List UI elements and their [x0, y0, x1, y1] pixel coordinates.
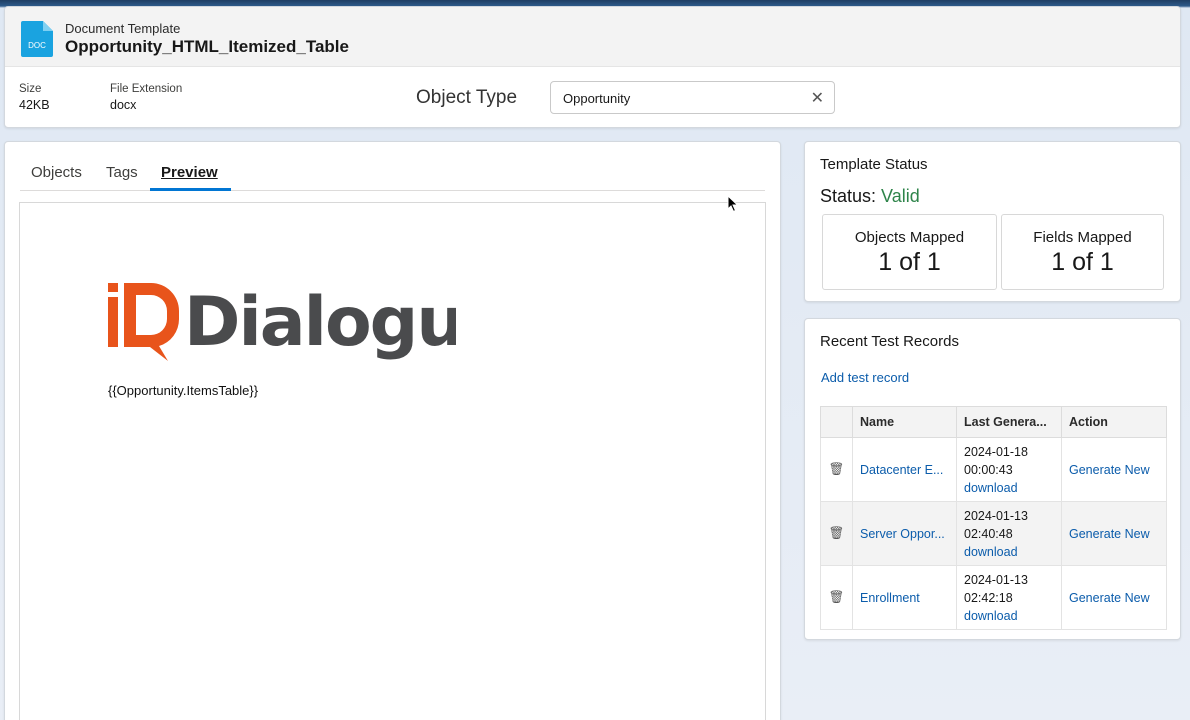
- svg-text:DOC: DOC: [28, 41, 46, 50]
- objects-mapped-box: Objects Mapped 1 of 1: [822, 214, 997, 290]
- template-status-card: Template Status Status: Valid Objects Ma…: [804, 141, 1181, 302]
- header-title-bar: DOC Document Template Opportunity_HTML_I…: [5, 7, 1180, 67]
- objects-mapped-label: Objects Mapped: [854, 229, 965, 246]
- size-label: Size: [19, 83, 42, 95]
- template-status-title: Template Status: [820, 156, 928, 173]
- fields-mapped-value: 1 of 1: [1051, 248, 1114, 276]
- record-name-link[interactable]: Datacenter E...: [860, 463, 943, 477]
- tab-tags[interactable]: Tags: [106, 164, 138, 181]
- object-type-field[interactable]: Opportunity ✕: [550, 81, 835, 114]
- status-prefix: Status:: [820, 186, 877, 206]
- object-type-label: Object Type: [416, 87, 518, 108]
- column-header-last-generated[interactable]: Last Genera...: [956, 406, 1062, 438]
- last-generated-cell: 2024-01-13 02:40:48 download: [956, 501, 1062, 566]
- extension-label: File Extension: [110, 83, 183, 95]
- table-header-blank: [820, 406, 853, 438]
- download-link[interactable]: download: [964, 607, 1054, 625]
- table-row: 🗑 Datacenter E... 2024-01-18 00:00:43 do…: [820, 437, 1167, 502]
- generated-date: 2024-01-18: [964, 444, 1028, 459]
- column-header-name[interactable]: Name: [852, 406, 957, 438]
- generated-time: 02:42:18: [964, 590, 1013, 605]
- test-records-table: Name Last Genera... Action 🗑 Datacenter …: [820, 406, 1167, 630]
- doc-file-icon: DOC: [21, 21, 53, 57]
- trash-icon: 🗑: [828, 462, 845, 476]
- active-tab-indicator: [150, 188, 231, 191]
- merge-field-tag: {{Opportunity.ItemsTable}}: [108, 383, 259, 398]
- table-row: 🗑 Server Oppor... 2024-01-13 02:40:48 do…: [820, 501, 1167, 566]
- download-link[interactable]: download: [964, 479, 1054, 497]
- size-value: 42KB: [19, 98, 50, 112]
- download-link[interactable]: download: [964, 543, 1054, 561]
- size-meta: Size 42KB: [19, 83, 50, 112]
- last-generated-cell: 2024-01-18 00:00:43 download: [956, 437, 1062, 502]
- trash-icon: 🗑: [828, 526, 845, 540]
- generate-new-link[interactable]: Generate New: [1069, 527, 1150, 541]
- object-type-value: Opportunity: [563, 91, 631, 106]
- tab-bar: Objects Tags Preview: [20, 154, 765, 191]
- fields-mapped-box: Fields Mapped 1 of 1: [1001, 214, 1164, 290]
- template-header-card: DOC Document Template Opportunity_HTML_I…: [4, 6, 1181, 128]
- fields-mapped-label: Fields Mapped: [1033, 229, 1132, 246]
- idialogue-logo: Dialogue: [106, 283, 509, 368]
- extension-value: docx: [110, 98, 137, 112]
- tab-objects[interactable]: Objects: [31, 164, 82, 181]
- generate-new-link[interactable]: Generate New: [1069, 463, 1150, 477]
- tab-preview[interactable]: Preview: [161, 164, 218, 181]
- delete-record-button[interactable]: 🗑: [820, 565, 853, 630]
- generated-date: 2024-01-13: [964, 572, 1028, 587]
- delete-record-button[interactable]: 🗑: [820, 501, 853, 566]
- record-name-link[interactable]: Server Oppor...: [860, 527, 945, 541]
- record-name-link[interactable]: Enrollment: [860, 591, 920, 605]
- extension-meta: File Extension docx: [110, 83, 182, 112]
- mouse-cursor-icon: [727, 194, 739, 218]
- status-value: Valid: [881, 186, 920, 206]
- record-type-label: Document Template: [65, 21, 181, 36]
- recent-records-title: Recent Test Records: [820, 333, 959, 350]
- generated-date: 2024-01-13: [964, 508, 1028, 523]
- generated-time: 02:40:48: [964, 526, 1013, 541]
- generated-time: 00:00:43: [964, 462, 1013, 477]
- column-header-action: Action: [1061, 406, 1167, 438]
- delete-record-button[interactable]: 🗑: [820, 437, 853, 502]
- page-title: Opportunity_HTML_Itemized_Table: [65, 37, 349, 56]
- objects-mapped-value: 1 of 1: [878, 248, 941, 276]
- template-tabs-panel: Objects Tags Preview Dialogue {{Opportun…: [4, 141, 781, 720]
- table-header-row: Name Last Genera... Action: [820, 406, 1167, 438]
- last-generated-cell: 2024-01-13 02:42:18 download: [956, 565, 1062, 630]
- add-test-record-link[interactable]: Add test record: [821, 370, 909, 385]
- svg-text:Dialogue: Dialogue: [184, 283, 456, 362]
- document-preview: Dialogue {{Opportunity.ItemsTable}}: [19, 202, 766, 720]
- trash-icon: 🗑: [828, 590, 845, 604]
- table-row: 🗑 Enrollment 2024-01-13 02:42:18 downloa…: [820, 565, 1167, 630]
- recent-test-records-card: Recent Test Records Add test record Name…: [804, 318, 1181, 640]
- generate-new-link[interactable]: Generate New: [1069, 591, 1150, 605]
- clear-icon[interactable]: ✕: [811, 88, 824, 108]
- status-line: Status: Valid: [820, 186, 920, 207]
